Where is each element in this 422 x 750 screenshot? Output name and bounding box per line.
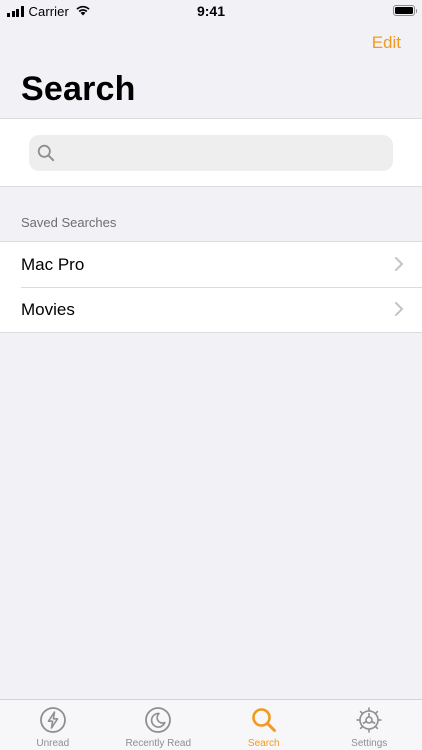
tab-label: Search xyxy=(247,738,280,749)
tab-unread[interactable]: Unread xyxy=(0,700,106,750)
search-field[interactable] xyxy=(29,135,393,171)
battery-icon xyxy=(393,5,417,16)
screen: Carrier 9:41 Edit Search Saved Searches … xyxy=(0,0,422,750)
tab-bar: Unread Recently Read Search Settings xyxy=(0,699,422,750)
chevron-right-icon xyxy=(395,257,403,276)
search-icon xyxy=(37,144,55,162)
lightning-icon xyxy=(39,706,67,734)
status-time: 9:41 xyxy=(196,3,226,19)
search-icon xyxy=(250,706,278,734)
saved-searches-header: Saved Searches xyxy=(21,215,117,230)
page-title: Search xyxy=(21,70,136,108)
list-item-label: Mac Pro xyxy=(21,254,85,274)
status-bar: Carrier 9:41 xyxy=(0,0,422,22)
tab-recently-read[interactable]: Recently Read xyxy=(106,700,212,750)
tab-label: Recently Read xyxy=(125,738,192,749)
list-item-label: Movies xyxy=(21,299,75,319)
tab-settings[interactable]: Settings xyxy=(317,700,422,750)
saved-search-item-movies[interactable]: Movies xyxy=(0,287,422,332)
saved-searches-list: Mac Pro Movies xyxy=(0,241,422,333)
tab-label: Unread xyxy=(36,738,70,749)
edit-button[interactable]: Edit xyxy=(372,33,401,53)
search-input[interactable] xyxy=(61,143,385,163)
gear-icon xyxy=(355,706,383,734)
moon-icon xyxy=(144,706,172,734)
search-section xyxy=(0,118,422,187)
tab-search[interactable]: Search xyxy=(211,700,317,750)
chevron-right-icon xyxy=(395,302,403,321)
tab-label: Settings xyxy=(351,738,388,749)
saved-search-item-mac-pro[interactable]: Mac Pro xyxy=(0,242,422,287)
